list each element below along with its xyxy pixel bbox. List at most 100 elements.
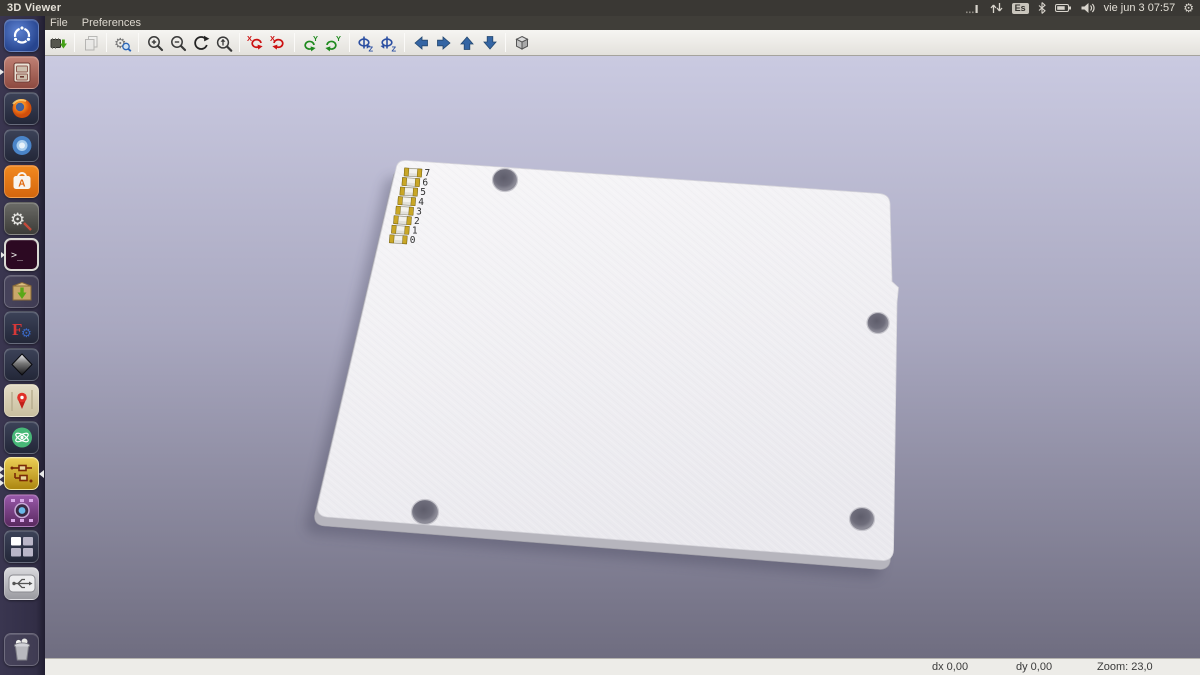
software-bag-icon: A — [5, 166, 38, 197]
zoom-fit-icon — [215, 34, 233, 52]
toolbar-separator — [349, 33, 350, 52]
network-signal-icon[interactable] — [965, 1, 981, 15]
zoom-out-button[interactable] — [166, 31, 189, 54]
orthographic-projection-button[interactable] — [510, 31, 533, 54]
status-dx: dx 0,00 — [932, 661, 968, 673]
running-pip — [0, 69, 4, 75]
focused-arrow — [39, 470, 44, 478]
launcher-item-system-settings[interactable]: ⚙ — [4, 202, 39, 235]
launcher-item-ubuntu-software[interactable]: A — [4, 165, 39, 198]
arrow-up-icon — [458, 34, 476, 52]
camera-lens-icon — [5, 495, 38, 526]
rotate-z-neg-button[interactable]: Z — [354, 31, 377, 54]
zoom-fit-button[interactable] — [212, 31, 235, 54]
smd-component — [400, 187, 418, 196]
smd-component — [396, 206, 414, 215]
window-title: 3D Viewer — [7, 2, 61, 14]
trash-icon — [5, 634, 38, 665]
top-panel: 3D Viewer Es vie jun 3 07:57 ⚙ — [0, 0, 1200, 16]
rotate-x-ccw-icon: X — [246, 34, 265, 52]
launcher-item-chromium[interactable] — [4, 129, 39, 162]
running-pip — [0, 473, 4, 479]
ubuntu-logo-icon — [5, 20, 38, 51]
pcb-board[interactable]: 76543210 — [317, 160, 898, 560]
smd-component — [394, 216, 412, 225]
reload-board-button[interactable] — [47, 31, 70, 54]
axis-y-label: Y — [313, 34, 318, 43]
move-right-button[interactable] — [432, 31, 455, 54]
rotate-y-ccw-icon: Y — [301, 34, 320, 52]
chromium-icon — [5, 130, 38, 161]
bluetooth-icon[interactable] — [1037, 1, 1047, 15]
toolbar-separator — [74, 33, 75, 52]
terminal-icon: >_ — [7, 241, 37, 268]
rotate-y-neg-button[interactable]: Y — [299, 31, 322, 54]
zoom-in-button[interactable] — [143, 31, 166, 54]
svg-text:⚙: ⚙ — [10, 210, 25, 229]
battery-icon[interactable] — [1055, 1, 1072, 15]
map-pin-icon — [5, 385, 38, 416]
volume-icon[interactable] — [1080, 1, 1096, 15]
running-pip — [0, 466, 4, 472]
redraw-button[interactable] — [189, 31, 212, 54]
clock[interactable]: vie jun 3 07:57 — [1104, 2, 1176, 14]
atom-icon — [5, 422, 38, 453]
render-options-button[interactable]: ⚙ — [111, 31, 134, 54]
arrow-left-icon — [412, 34, 430, 52]
rotate-x-pos-button[interactable]: X — [267, 31, 290, 54]
render-settings-icon: ⚙ — [113, 34, 132, 52]
launcher-item-firefox[interactable] — [4, 92, 39, 125]
copy-image-button[interactable] — [79, 31, 102, 54]
smd-component — [398, 197, 416, 206]
inkscape-diamond-icon — [5, 349, 38, 380]
rotate-y-pos-button[interactable]: Y — [322, 31, 345, 54]
cube-icon — [513, 34, 531, 52]
smd-component — [402, 177, 420, 186]
pcb-3d-scene: 76543210 — [45, 56, 1200, 658]
chip-reload-icon — [49, 34, 68, 52]
launcher-item-workspace-switcher[interactable] — [4, 530, 39, 563]
launcher-item-ubuntu-dash[interactable] — [4, 19, 39, 52]
axis-z-label: Z — [392, 44, 397, 52]
toolbar-separator — [239, 33, 240, 52]
rotate-z-pos-button[interactable]: Z — [377, 31, 400, 54]
refresh-icon — [192, 34, 210, 52]
launcher-item-trash[interactable] — [4, 633, 39, 666]
3d-viewport[interactable]: 76543210 — [45, 56, 1200, 658]
toolbar-separator — [138, 33, 139, 52]
network-activity-icon[interactable] — [989, 1, 1004, 15]
running-pip — [1, 252, 5, 258]
svg-text:⚙: ⚙ — [21, 326, 32, 340]
rotate-x-neg-button[interactable]: X — [244, 31, 267, 54]
move-left-button[interactable] — [409, 31, 432, 54]
launcher-item-freecad[interactable]: F ⚙ — [4, 311, 39, 344]
freecad-icon: F ⚙ — [5, 312, 38, 343]
launcher-item-terminal[interactable]: >_ — [4, 238, 39, 271]
launcher-item-archive-manager[interactable] — [4, 275, 39, 308]
launcher-item-cheese[interactable] — [4, 494, 39, 527]
move-down-button[interactable] — [478, 31, 501, 54]
rotate-z-cw-icon: Z — [379, 34, 398, 52]
toolbar-separator — [106, 33, 107, 52]
launcher-item-science-app[interactable] — [4, 421, 39, 454]
launcher-item-usb-drive[interactable] — [4, 567, 39, 600]
launcher-item-files[interactable] — [4, 56, 39, 89]
move-up-button[interactable] — [455, 31, 478, 54]
arrow-right-icon — [435, 34, 453, 52]
workspace-grid-icon — [5, 531, 38, 562]
arrow-down-icon — [481, 34, 499, 52]
session-menu-icon[interactable]: ⚙ — [1183, 0, 1194, 16]
status-zoom: Zoom: 23,0 — [1097, 661, 1153, 673]
rotate-y-cw-icon: Y — [324, 34, 343, 52]
launcher-item-kicad[interactable] — [4, 457, 39, 490]
toolbar: ⚙ — [45, 30, 1200, 56]
launcher-item-inkscape[interactable] — [4, 348, 39, 381]
zoom-out-icon — [169, 34, 187, 52]
menu-file[interactable]: File — [50, 17, 68, 29]
kicad-schematic-icon — [5, 458, 38, 489]
gear-wrench-icon: ⚙ — [5, 203, 38, 234]
keyboard-layout-indicator[interactable]: Es — [1012, 3, 1029, 14]
launcher-item-maps[interactable] — [4, 384, 39, 417]
menu-preferences[interactable]: Preferences — [82, 17, 141, 29]
rotate-x-cw-icon: X — [269, 34, 288, 52]
